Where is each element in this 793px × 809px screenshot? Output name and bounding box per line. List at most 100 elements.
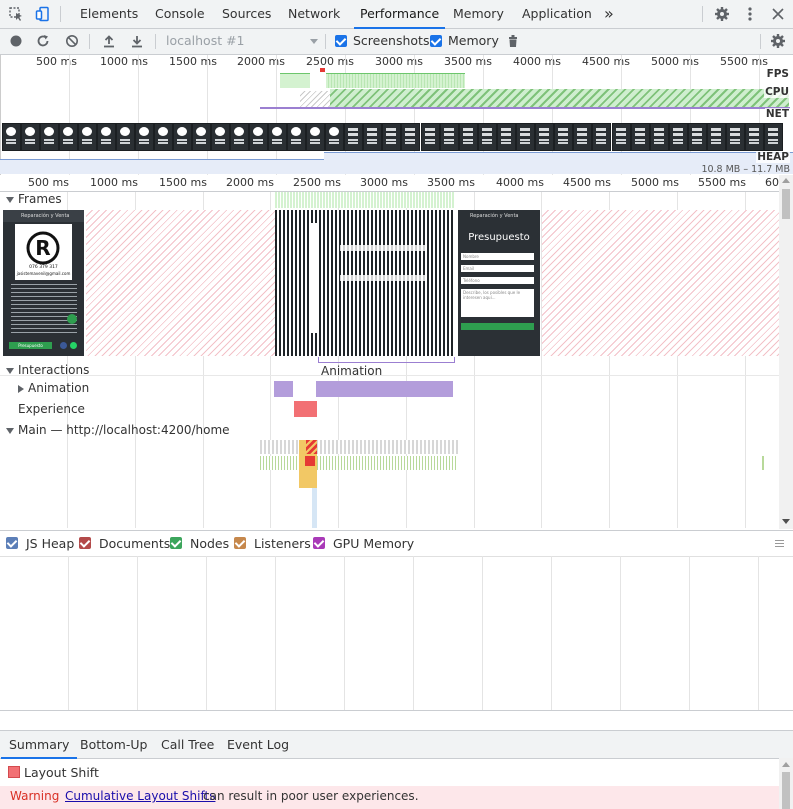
capture-settings-gear-icon[interactable] (768, 31, 788, 51)
tab-performance[interactable]: Performance (353, 0, 446, 29)
screenshot-thumbnail[interactable] (458, 123, 478, 151)
screenshot-thumbnail[interactable] (116, 123, 135, 151)
scroll-down-icon[interactable] (782, 519, 790, 524)
screenshot-thumbnail[interactable] (40, 123, 59, 151)
memory-checkbox[interactable] (430, 35, 442, 47)
settings-gear-icon[interactable] (712, 4, 732, 24)
screenshot-thumbnail[interactable] (325, 123, 344, 151)
gpu-memory-checkbox[interactable] (313, 537, 325, 549)
collect-garbage-icon[interactable] (503, 31, 523, 51)
animation-event[interactable] (316, 381, 453, 397)
screenshot-thumbnail[interactable] (211, 123, 230, 151)
timeline-overview[interactable]: 500 ms 1000 ms 1500 ms 2000 ms 2500 ms 3… (0, 55, 793, 175)
screenshot-thumbnail[interactable] (630, 123, 650, 151)
screenshot-thumbnail[interactable] (745, 123, 765, 151)
tab-event-log[interactable]: Event Log (227, 731, 289, 758)
screenshot-thumbnail[interactable] (439, 123, 459, 151)
experience-track-label[interactable]: Experience (18, 402, 85, 416)
frames-track-header[interactable]: Frames (6, 192, 62, 206)
screenshots-checkbox[interactable] (335, 35, 347, 47)
target-select[interactable]: localhost #1 (166, 33, 245, 48)
screenshot-thumbnail[interactable] (726, 123, 746, 151)
cumulative-layout-shifts-link[interactable]: Cumulative Layout Shifts (65, 789, 215, 803)
animation-event[interactable] (274, 381, 293, 397)
tab-bottom-up[interactable]: Bottom-Up (80, 731, 147, 758)
screenshot-thumbnail[interactable] (477, 123, 497, 151)
tab-call-tree[interactable]: Call Tree (161, 731, 214, 758)
tab-application[interactable]: Application (522, 0, 592, 28)
tab-console[interactable]: Console (155, 0, 205, 28)
screenshot-thumbnail[interactable] (668, 123, 688, 151)
screenshot-thumbnail[interactable] (420, 123, 440, 151)
details-scrollbar[interactable] (779, 758, 793, 809)
layout-shift-event[interactable] (294, 401, 317, 417)
screenshot-thumbnail[interactable] (592, 123, 612, 151)
frame-screenshot[interactable]: Reparación y Venta R 076 379 317 jasiste… (3, 210, 84, 356)
screenshot-thumbnail[interactable] (496, 123, 516, 151)
screenshot-thumbnail[interactable] (59, 123, 78, 151)
screenshot-thumbnail[interactable] (382, 123, 402, 151)
screenshot-thumbnail[interactable] (554, 123, 574, 151)
tab-sources[interactable]: Sources (222, 0, 271, 28)
screenshot-thumbnail[interactable] (230, 123, 249, 151)
resize-handle-icon[interactable] (775, 540, 784, 541)
clear-icon[interactable] (62, 31, 82, 51)
screenshot-thumbnail[interactable] (78, 123, 97, 151)
tab-memory[interactable]: Memory (453, 0, 504, 28)
screenshot-thumbnail[interactable] (401, 123, 421, 151)
flame-chart-scrollbar[interactable] (779, 175, 793, 529)
screenshot-thumbnail[interactable] (173, 123, 192, 151)
device-toolbar-icon[interactable] (33, 4, 53, 24)
screenshot-thumbnail[interactable] (687, 123, 707, 151)
screenshot-thumbnail[interactable] (649, 123, 669, 151)
expand-triangle-icon[interactable] (18, 384, 24, 393)
screenshot-thumbnail[interactable] (97, 123, 116, 151)
screenshot-thumbnail[interactable] (249, 123, 268, 151)
overview-tick: 2500 ms (306, 55, 354, 68)
listeners-checkbox[interactable] (234, 537, 246, 549)
reload-record-icon[interactable] (33, 31, 53, 51)
chevron-down-icon[interactable] (310, 39, 318, 44)
tab-elements[interactable]: Elements (80, 0, 138, 28)
documents-checkbox[interactable] (79, 537, 91, 549)
load-profile-icon[interactable] (99, 31, 119, 51)
scrollbar-thumb[interactable] (782, 189, 790, 219)
tab-summary[interactable]: Summary (0, 731, 78, 759)
screenshot-thumbnail[interactable] (287, 123, 306, 151)
collapse-triangle-icon[interactable] (6, 427, 14, 434)
screenshot-thumbnail[interactable] (135, 123, 154, 151)
inspect-element-icon[interactable] (6, 4, 26, 24)
tab-network[interactable]: Network (288, 0, 340, 28)
long-task-marker[interactable] (305, 456, 315, 466)
more-options-icon[interactable] (740, 4, 760, 24)
frame-screenshot[interactable]: Reparación y Venta Presupuesto Nombre Em… (458, 210, 540, 356)
screenshot-thumbnail[interactable] (573, 123, 593, 151)
scroll-up-icon[interactable] (782, 178, 790, 183)
screenshot-thumbnail[interactable] (707, 123, 726, 151)
collapse-triangle-icon[interactable] (6, 367, 14, 374)
main-track-header[interactable]: Main — http://localhost:4200/home (6, 423, 230, 437)
scrollbar-thumb[interactable] (782, 772, 790, 809)
record-icon[interactable] (6, 31, 26, 51)
animation-track-header[interactable]: Animation (18, 381, 89, 395)
screenshot-thumbnail[interactable] (344, 123, 364, 151)
nodes-checkbox[interactable] (170, 537, 182, 549)
screenshot-thumbnail[interactable] (516, 123, 535, 151)
long-task-marker[interactable] (306, 440, 317, 454)
screenshot-thumbnail[interactable] (21, 123, 40, 151)
screenshot-thumbnail[interactable] (764, 123, 784, 151)
screenshot-thumbnail[interactable] (611, 123, 631, 151)
save-profile-icon[interactable] (127, 31, 147, 51)
screenshot-thumbnail[interactable] (535, 123, 555, 151)
screenshot-thumbnail[interactable] (2, 123, 21, 151)
screenshot-thumbnail[interactable] (363, 123, 383, 151)
more-tabs-button[interactable]: » (604, 0, 614, 28)
scroll-up-icon[interactable] (782, 762, 790, 767)
close-icon[interactable] (768, 4, 788, 24)
screenshot-thumbnail[interactable] (306, 123, 325, 151)
screenshot-thumbnail[interactable] (268, 123, 287, 151)
screenshot-thumbnail[interactable] (154, 123, 173, 151)
js-heap-checkbox[interactable] (6, 537, 18, 549)
collapse-triangle-icon[interactable] (6, 196, 14, 203)
screenshot-thumbnail[interactable] (192, 123, 211, 151)
